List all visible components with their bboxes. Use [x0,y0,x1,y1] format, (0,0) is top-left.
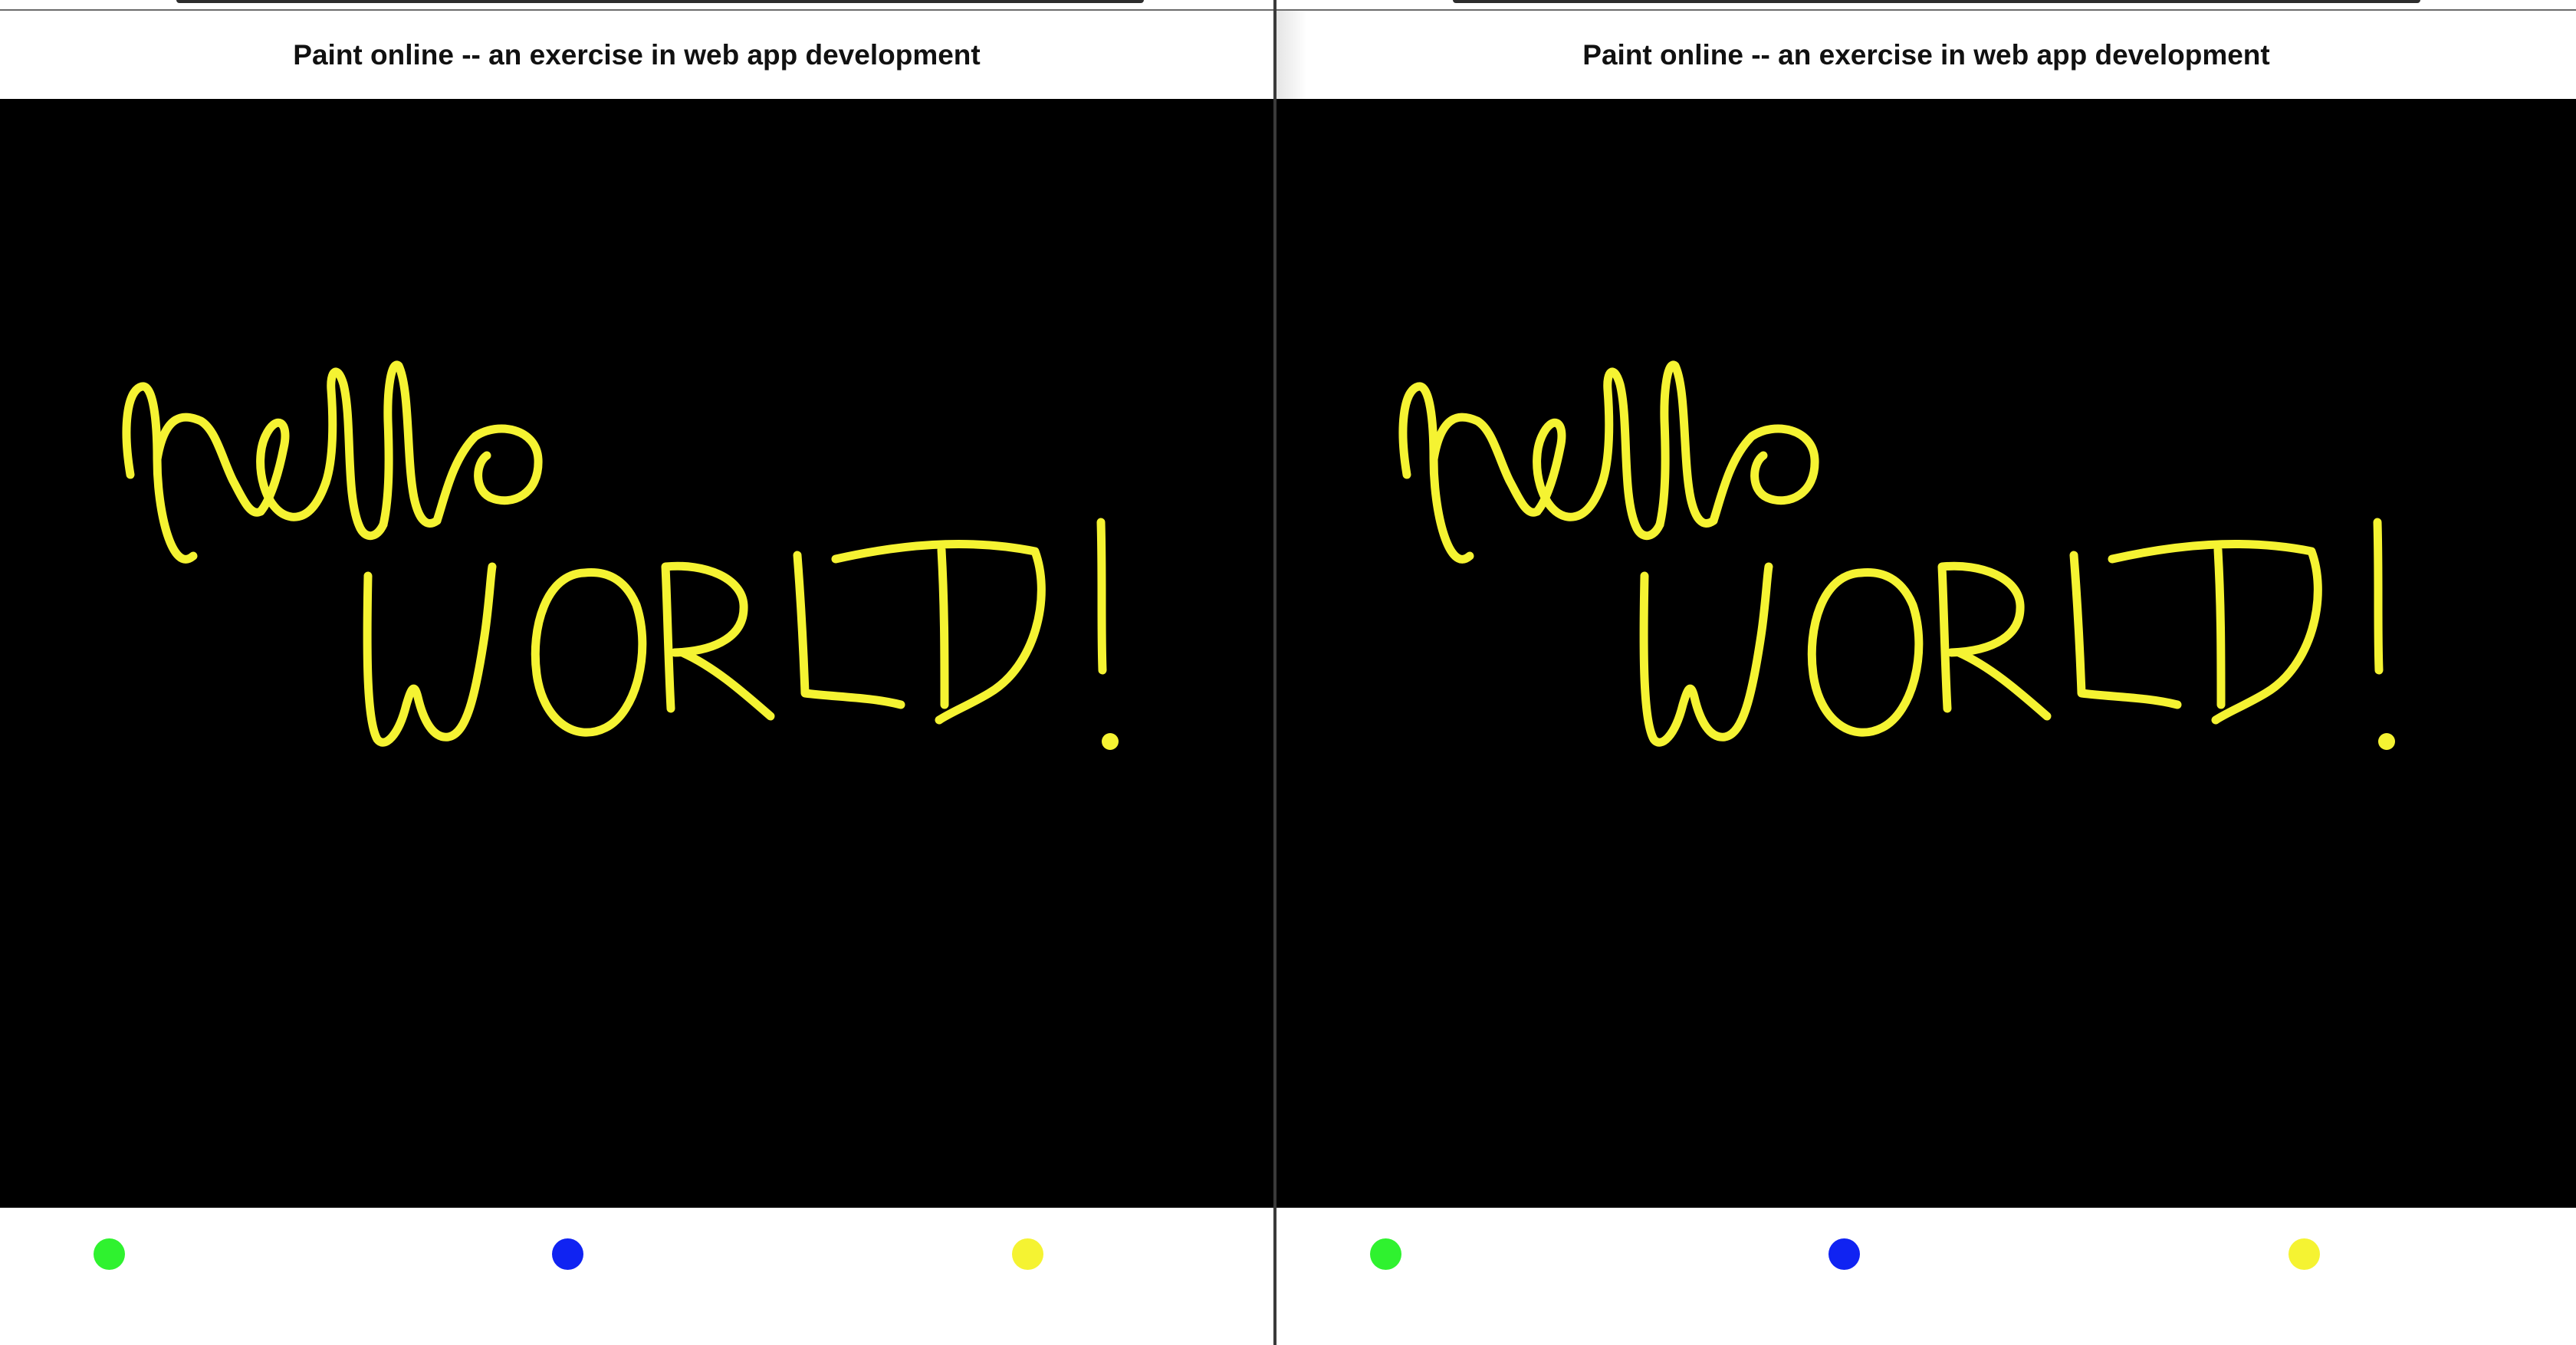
stroke-e [256,418,330,521]
color-swatch-yellow[interactable] [1012,1238,1043,1270]
stroke-o [1709,424,1819,525]
stroke-l2 [1655,360,1718,529]
stroke-h [122,382,265,564]
color-swatch-blue[interactable] [552,1238,583,1270]
stroke-l1 [1598,367,1664,540]
window-top-bar [0,0,1273,11]
address-bar-edge [1453,0,2420,3]
stroke-L [793,551,905,709]
stroke-exclamation-dot [1102,733,1119,750]
drawing-canvas[interactable] [1276,99,2576,1208]
hello-world-strokes [1398,360,2395,750]
color-swatch-yellow[interactable] [2288,1238,2320,1270]
stroke-R [1937,561,2052,721]
stroke-h [1398,382,1542,564]
stroke-exclamation-bar [2373,518,2384,675]
color-palette [1276,1208,2576,1345]
stroke-D [2108,540,2322,725]
stroke-l1 [321,367,388,540]
drawing-svg [1398,360,2395,750]
stroke-W [363,562,497,747]
desktop-screen: Paint online -- an exercise in web app d… [0,0,2576,1345]
stroke-l2 [379,360,442,529]
drawing-svg [122,360,1119,750]
stroke-exclamation-bar [1096,518,1107,675]
stroke-W [1639,562,1773,747]
stroke-R [661,561,775,721]
stroke-O [1807,568,1924,737]
stroke-O [531,568,647,737]
window-top-bar [1276,0,2576,11]
stroke-D [831,540,1046,725]
color-swatch-green[interactable] [1370,1238,1401,1270]
hello-world-strokes [122,360,1119,750]
color-swatch-blue[interactable] [1829,1238,1860,1270]
page-title: Paint online -- an exercise in web app d… [1582,39,2270,71]
color-palette [0,1208,1273,1345]
page-title: Paint online -- an exercise in web app d… [293,39,981,71]
stroke-L [2069,551,2182,709]
stroke-exclamation-dot [2378,733,2395,750]
address-bar-edge [176,0,1144,3]
color-swatch-green[interactable] [94,1238,125,1270]
browser-window-left: Paint online -- an exercise in web app d… [0,0,1273,1345]
drawing-canvas[interactable] [0,99,1273,1208]
stroke-e [1533,418,1607,521]
stroke-o [432,424,543,525]
browser-window-right: Paint online -- an exercise in web app d… [1276,0,2576,1345]
